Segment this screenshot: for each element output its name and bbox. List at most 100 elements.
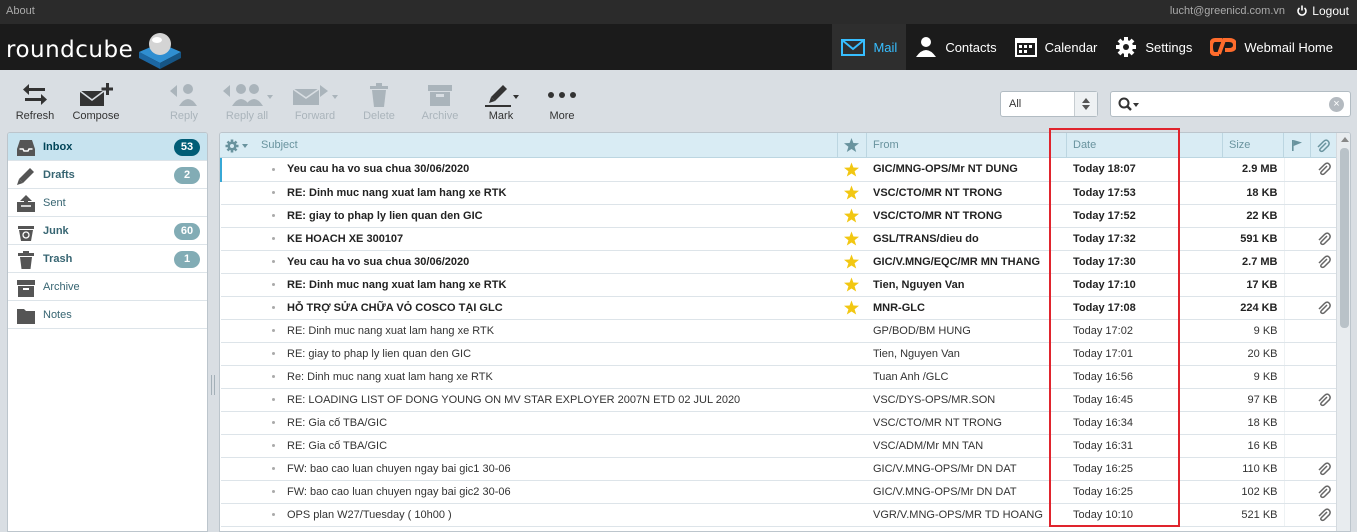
nav-contacts[interactable]: Contacts xyxy=(906,24,1005,70)
flag-cell[interactable] xyxy=(838,388,867,412)
status-flag-cell[interactable] xyxy=(1283,158,1311,182)
message-row[interactable]: OPS plan W27/Tuesday ( 10h00 ) VGR/V.MNG-… xyxy=(221,503,1337,527)
message-subject[interactable]: KE HOACH XE 300107 xyxy=(281,227,838,251)
flag-cell[interactable] xyxy=(838,158,867,182)
reply-button[interactable]: Reply xyxy=(154,82,214,122)
forward-button[interactable]: Forward xyxy=(285,82,345,122)
status-flag-cell[interactable] xyxy=(1283,365,1311,389)
message-row[interactable]: RE: Gia cố TBA/GIC VSC/CTO/MR NT TRONG Tod… xyxy=(221,411,1337,435)
message-row[interactable]: RE: Gia cố TBA/GIC VSC/ADM/Mr MN TAN Today… xyxy=(221,434,1337,458)
star-icon[interactable] xyxy=(844,185,859,203)
flag-cell[interactable] xyxy=(838,503,867,527)
nav-settings[interactable]: Settings xyxy=(1106,24,1201,70)
flag-cell[interactable] xyxy=(838,273,867,297)
flag-cell[interactable] xyxy=(838,434,867,458)
status-flag-cell[interactable] xyxy=(1283,503,1311,527)
message-subject[interactable]: RE: Dinh muc nang xuat lam hang xe RTK xyxy=(281,319,838,343)
message-row[interactable]: RE: giay to phap ly lien quan den GIC VSC… xyxy=(221,204,1337,228)
status-flag-cell[interactable] xyxy=(1283,411,1311,435)
message-row[interactable]: Yeu cau ha vo sua chua 30/06/2020 GIC/MNG… xyxy=(220,158,1337,182)
status-flag-cell[interactable] xyxy=(1283,434,1311,458)
message-row[interactable]: RE: giay to phap ly lien quan den GIC Tie… xyxy=(221,342,1337,366)
compose-button[interactable]: Compose xyxy=(66,82,126,122)
roundcube-logo[interactable]: roundcube xyxy=(6,30,183,70)
message-row[interactable]: FW: bao cao luan chuyen ngay bai gic1 30… xyxy=(221,457,1337,481)
star-icon[interactable] xyxy=(844,231,859,249)
flag-cell[interactable] xyxy=(838,411,867,435)
folder-archive[interactable]: Archive xyxy=(8,273,207,301)
column-size[interactable]: Size xyxy=(1222,133,1283,158)
message-subject[interactable]: Yeu cau ha vo sua chua 30/06/2020 xyxy=(281,158,838,182)
status-flag-cell[interactable] xyxy=(1283,342,1311,366)
star-icon[interactable] xyxy=(844,162,859,180)
message-row[interactable]: KE HOACH XE 300107 GSL/TRANS/dieu do Today… xyxy=(221,227,1337,251)
delete-button[interactable]: Delete xyxy=(349,82,409,122)
star-icon[interactable] xyxy=(844,208,859,226)
star-icon[interactable] xyxy=(844,300,859,318)
column-from[interactable]: From xyxy=(866,133,1066,158)
status-flag-cell[interactable] xyxy=(1283,250,1311,274)
mark-button[interactable]: Mark xyxy=(471,82,531,122)
message-subject[interactable]: OPS plan W27/Tuesday ( 10h00 ) xyxy=(281,503,838,527)
flag-cell[interactable] xyxy=(838,296,867,320)
message-subject[interactable]: RE: Dinh muc nang xuat lam hang xe RTK xyxy=(281,181,838,205)
message-row[interactable]: HỖ TRỢ SỬA CHỮA VỎ COSCO TẠI GLC MNR-GLC T… xyxy=(221,296,1337,320)
filter-select[interactable]: All xyxy=(1000,91,1098,117)
message-subject[interactable]: RE: LOADING LIST OF DONG YOUNG ON MV STA… xyxy=(281,388,838,412)
flag-cell[interactable] xyxy=(838,204,867,228)
message-subject[interactable]: HỖ TRỢ SỬA CHỮA VỎ COSCO TẠI GLC xyxy=(281,296,838,320)
folder-drafts[interactable]: Drafts 2 xyxy=(8,161,207,189)
message-subject[interactable]: RE: giay to phap ly lien quan den GIC xyxy=(281,204,838,228)
message-row[interactable]: RE: LOADING LIST OF DONG YOUNG ON MV STA… xyxy=(221,388,1337,412)
message-subject[interactable]: RE: Gia cố TBA/GIC xyxy=(281,411,838,435)
flag-cell[interactable] xyxy=(838,365,867,389)
status-flag-cell[interactable] xyxy=(1283,480,1311,504)
flag-cell[interactable] xyxy=(838,342,867,366)
search-box[interactable]: × xyxy=(1110,91,1351,117)
star-icon[interactable] xyxy=(844,254,859,272)
message-row[interactable]: Yeu cau ha vo sua chua 30/06/2020 GIC/V.M… xyxy=(221,250,1337,274)
folder-notes[interactable]: Notes xyxy=(8,301,207,329)
logout-button[interactable]: Logout xyxy=(1296,4,1349,18)
status-flag-cell[interactable] xyxy=(1283,227,1311,251)
column-status-flag[interactable] xyxy=(1283,133,1310,158)
message-row[interactable]: RE: Dinh muc nang xuat lam hang xe RTK GP… xyxy=(221,319,1337,343)
message-subject[interactable]: FW: bao cao luan chuyen ngay bai gic1 30… xyxy=(281,457,838,481)
scroll-up-icon[interactable] xyxy=(1341,137,1349,142)
pane-splitter[interactable] xyxy=(211,375,215,395)
flag-cell[interactable] xyxy=(838,250,867,274)
star-icon[interactable] xyxy=(844,277,859,295)
folder-junk[interactable]: Junk 60 xyxy=(8,217,207,245)
column-date[interactable]: Date xyxy=(1066,133,1222,158)
status-flag-cell[interactable] xyxy=(1283,296,1311,320)
folder-inbox[interactable]: Inbox 53 xyxy=(8,133,207,161)
column-flag[interactable] xyxy=(837,133,866,158)
flag-cell[interactable] xyxy=(838,319,867,343)
about-link[interactable]: About xyxy=(6,5,35,17)
list-options-button[interactable] xyxy=(220,133,255,158)
flag-cell[interactable] xyxy=(838,457,867,481)
message-row[interactable]: FW: bao cao luan chuyen ngay bai gic2 30… xyxy=(221,480,1337,504)
flag-cell[interactable] xyxy=(838,181,867,205)
folder-sent[interactable]: Sent xyxy=(8,189,207,217)
column-attachment[interactable] xyxy=(1310,133,1336,158)
more-button[interactable]: More xyxy=(532,82,592,122)
message-row[interactable]: RE: Dinh muc nang xuat lam hang xe RTK VS… xyxy=(221,181,1337,205)
nav-webmail-home[interactable]: Webmail Home xyxy=(1201,24,1342,70)
message-subject[interactable]: FW: bao cao luan chuyen ngay bai gic2 30… xyxy=(281,480,838,504)
status-flag-cell[interactable] xyxy=(1283,181,1311,205)
search-options-icon[interactable] xyxy=(1118,97,1142,116)
message-list-scrollbar[interactable] xyxy=(1336,133,1350,531)
status-flag-cell[interactable] xyxy=(1283,388,1311,412)
message-subject[interactable]: RE: Dinh muc nang xuat lam hang xe RTK xyxy=(281,273,838,297)
message-subject[interactable]: Yeu cau ha vo sua chua 30/06/2020 xyxy=(281,250,838,274)
message-subject[interactable]: RE: giay to phap ly lien quan den GIC xyxy=(281,342,838,366)
nav-calendar[interactable]: Calendar xyxy=(1006,24,1107,70)
status-flag-cell[interactable] xyxy=(1283,204,1311,228)
nav-mail[interactable]: Mail xyxy=(832,24,907,70)
scrollbar-thumb[interactable] xyxy=(1340,148,1349,328)
status-flag-cell[interactable] xyxy=(1283,319,1311,343)
flag-cell[interactable] xyxy=(838,227,867,251)
archive-button[interactable]: Archive xyxy=(410,82,470,122)
folder-trash[interactable]: Trash 1 xyxy=(8,245,207,273)
